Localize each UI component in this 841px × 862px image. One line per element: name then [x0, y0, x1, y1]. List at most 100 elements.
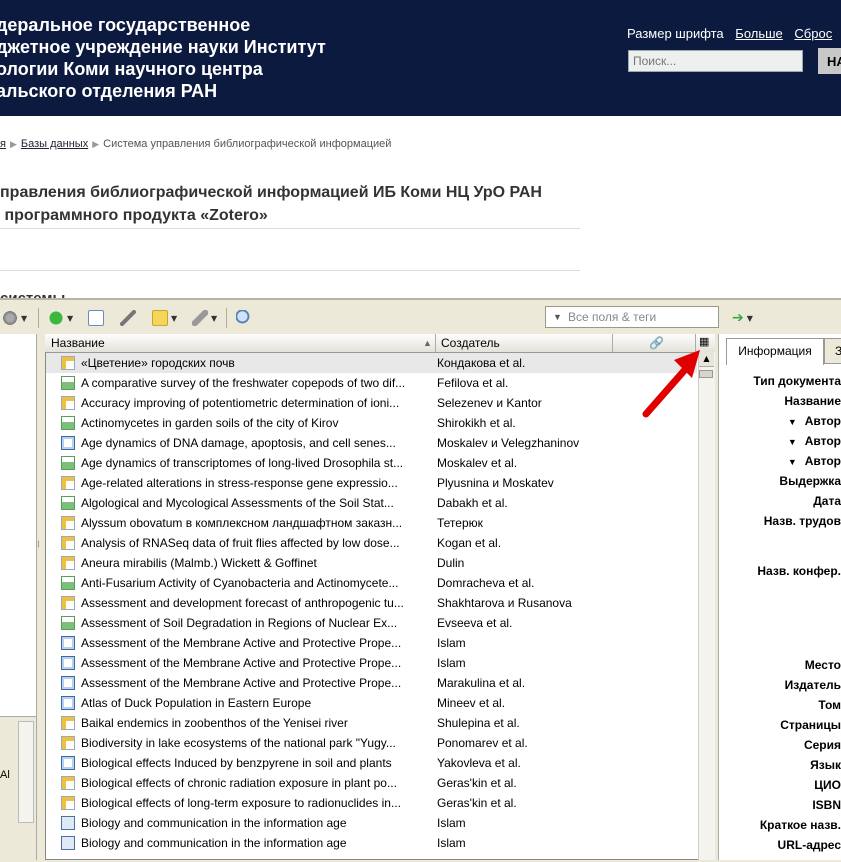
item-creator: Marakulina et al.: [437, 676, 526, 690]
new-note-from-page-button[interactable]: [88, 309, 104, 327]
dropdown-arrow-icon: ▼: [21, 313, 28, 323]
table-row[interactable]: Biological effects of chronic radiation …: [46, 773, 697, 793]
scrollbar[interactable]: [18, 721, 34, 823]
column-title[interactable]: Название: [51, 336, 105, 350]
item-title: Age-related alterations in stress-respon…: [81, 476, 398, 490]
table-row[interactable]: Age dynamics of transcriptomes of long-l…: [46, 453, 697, 473]
table-row[interactable]: Atlas of Duck Population in Eastern Euro…: [46, 693, 697, 713]
article-item-icon: [61, 476, 75, 490]
report-item-icon: [61, 616, 75, 630]
creator-type-dropdown-icon[interactable]: ▼: [788, 437, 797, 447]
table-row[interactable]: Alyssum obovatum в комплексном ландшафтн…: [46, 513, 697, 533]
dropdown-arrow-icon: ▼: [171, 313, 178, 323]
table-row[interactable]: Biology and communication in the informa…: [46, 833, 697, 853]
arrow-right-icon: ➔: [732, 310, 744, 326]
table-row[interactable]: Biodiversity in lake ecosystems of the n…: [46, 733, 697, 753]
table-row[interactable]: Aneura mirabilis (Malmb.) Wickett & Goff…: [46, 553, 697, 573]
font-larger-link[interactable]: Больше: [735, 26, 783, 41]
field-label-text: Серия: [803, 738, 841, 752]
field-label-text: Выдержка: [779, 474, 841, 488]
dropdown-arrow-icon: ▼: [746, 313, 753, 323]
table-row[interactable]: Age-related alterations in stress-respon…: [46, 473, 697, 493]
new-item-button[interactable]: ▼: [48, 309, 73, 327]
attachment-button[interactable]: ▼: [192, 309, 217, 327]
item-creator: Islam: [437, 816, 466, 830]
table-row[interactable]: Assessment of the Membrane Active and Pr…: [46, 673, 697, 693]
site-search-input[interactable]: [628, 50, 803, 72]
book-item-icon: [61, 676, 75, 690]
field-label-text: URL-адрес: [777, 838, 841, 852]
magnifier-icon: [236, 310, 252, 326]
tab-info[interactable]: Информация: [726, 338, 824, 365]
item-creator: Dulin: [437, 556, 465, 570]
item-creator: Fefilova et al.: [437, 376, 509, 390]
table-row[interactable]: Anti-Fusarium Activity of Cyanobacteria …: [46, 573, 697, 593]
column-separator[interactable]: [435, 334, 436, 352]
site-search-button[interactable]: НА: [818, 48, 841, 74]
article-item-icon: [61, 716, 75, 730]
article-item-icon: [61, 596, 75, 610]
item-title: Baikal endemics in zoobenthos of the Yen…: [81, 716, 348, 730]
item-creator: Shirokikh et al.: [437, 416, 516, 430]
tag-selector-pane[interactable]: Al: [0, 716, 36, 861]
item-creator: Ponomarev et al.: [437, 736, 528, 750]
table-row[interactable]: A comparative survey of the freshwater c…: [46, 373, 697, 393]
table-row[interactable]: Age dynamics of DNA damage, apoptosis, a…: [46, 433, 697, 453]
field-label: Дата: [813, 494, 841, 508]
creator-type-dropdown-icon[interactable]: ▼: [788, 457, 797, 467]
table-row[interactable]: Baikal endemics in zoobenthos of the Yen…: [46, 713, 697, 733]
table-row[interactable]: Biological effects Induced by benzpyrene…: [46, 753, 697, 773]
new-note-button[interactable]: ▼: [152, 309, 177, 327]
table-row[interactable]: Analysis of RNASeq data of fruit flies a…: [46, 533, 697, 553]
article-item-icon: [61, 556, 75, 570]
field-label-text: Автор: [804, 414, 841, 428]
table-row[interactable]: Actinomycetes in garden soils of the cit…: [46, 413, 697, 433]
doc-item-icon: [61, 836, 75, 850]
field-label: Серия: [804, 738, 841, 752]
breadcrumb-separator-icon: ▶: [92, 139, 100, 149]
field-label-text: Том: [818, 698, 841, 712]
table-row[interactable]: Assessment of the Membrane Active and Pr…: [46, 653, 697, 673]
field-label: Выдержка: [779, 474, 841, 488]
splitter-grippy-icon[interactable]: ⁞: [37, 540, 40, 550]
table-row[interactable]: «Цветение» городских почв Кондакова et al…: [46, 353, 697, 373]
column-separator[interactable]: [612, 334, 613, 352]
table-row[interactable]: Accuracy improving of potentiometric det…: [46, 393, 697, 413]
page-title: правления библиографической информацией …: [0, 184, 542, 224]
paperclip-icon: [192, 310, 208, 326]
breadcrumb-databases-link[interactable]: Базы данных: [21, 138, 88, 150]
field-label: Тип документа: [753, 374, 841, 388]
advanced-search-button[interactable]: [236, 309, 252, 327]
search-filter-input[interactable]: ▼ Все поля & теги: [545, 306, 719, 328]
article-item-icon: [61, 536, 75, 550]
item-title: Analysis of RNASeq data of fruit flies a…: [81, 536, 400, 550]
item-title: Assessment of the Membrane Active and Pr…: [81, 656, 402, 670]
page-add-icon: [88, 310, 104, 326]
item-title: Biological effects of chronic radiation …: [81, 776, 397, 790]
locate-button[interactable]: ➔ ▼: [732, 309, 753, 327]
article-item-icon: [61, 736, 75, 750]
actions-button[interactable]: ▼: [2, 309, 27, 327]
breadcrumb-home-link[interactable]: я: [0, 138, 6, 150]
doc-item-icon: [61, 816, 75, 830]
item-creator: Кондакова et al.: [437, 356, 526, 370]
column-creator[interactable]: Создатель: [441, 336, 500, 350]
item-title: Biological effects of long-term exposure…: [81, 796, 401, 810]
search-mode-dropdown-icon[interactable]: ▼: [553, 307, 562, 327]
column-picker-icon[interactable]: ▦: [699, 335, 709, 348]
table-row[interactable]: Assessment and development forecast of a…: [46, 593, 697, 613]
tab-notes[interactable]: З: [824, 338, 841, 364]
table-row[interactable]: Assessment of the Membrane Active and Pr…: [46, 633, 697, 653]
field-label-text: ЦИО: [814, 778, 841, 792]
table-row[interactable]: Biology and communication in the informa…: [46, 813, 697, 833]
add-by-identifier-button[interactable]: [120, 309, 136, 327]
field-label: URL-адрес: [778, 838, 841, 852]
font-reset-link[interactable]: Сброс: [794, 26, 832, 41]
items-scrollbar[interactable]: ▲: [698, 352, 715, 860]
table-row[interactable]: Biological effects of long-term exposure…: [46, 793, 697, 813]
creator-type-dropdown-icon[interactable]: ▼: [788, 417, 797, 427]
table-row[interactable]: Assessment of Soil Degradation in Region…: [46, 613, 697, 633]
item-creator: Evseeva et al.: [437, 616, 513, 630]
table-row[interactable]: Algological and Mycological Assessments …: [46, 493, 697, 513]
breadcrumb-current: Система управления библиографической инф…: [103, 138, 392, 150]
